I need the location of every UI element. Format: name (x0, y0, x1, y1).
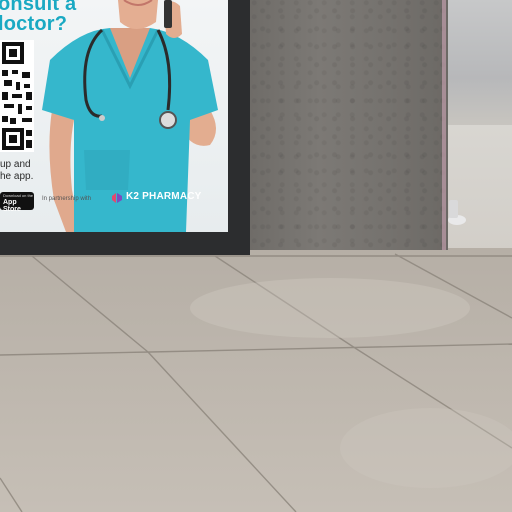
store-badge-label: App Store (3, 199, 21, 213)
partner-text: In partnership with (42, 196, 92, 202)
shoe-object (448, 200, 466, 225)
poster-frame: onsult a loctor? up and he app. Download… (0, 0, 250, 255)
poster-side-text: up and he app. (0, 159, 33, 183)
concrete-pillar (248, 0, 448, 250)
street-scene: onsult a loctor? up and he app. Download… (0, 0, 512, 512)
app-store-badge: Download on the App Store (0, 192, 34, 213)
sidewalk (444, 125, 512, 255)
pharmacy-logo-icon (112, 193, 122, 203)
store-badge-small-text: Download on the (3, 193, 34, 198)
floor-tiles (0, 248, 512, 512)
advertising-poster: onsult a loctor? up and he app. Download… (0, 0, 228, 232)
street-background (444, 0, 512, 130)
side-text-line-1: up and (0, 159, 31, 170)
side-text-line-2: he app. (0, 171, 34, 182)
brand-name: K2 PHARMACY (126, 191, 202, 202)
pillar-edge-highlight (442, 0, 446, 250)
qr-code-icon (0, 40, 34, 152)
